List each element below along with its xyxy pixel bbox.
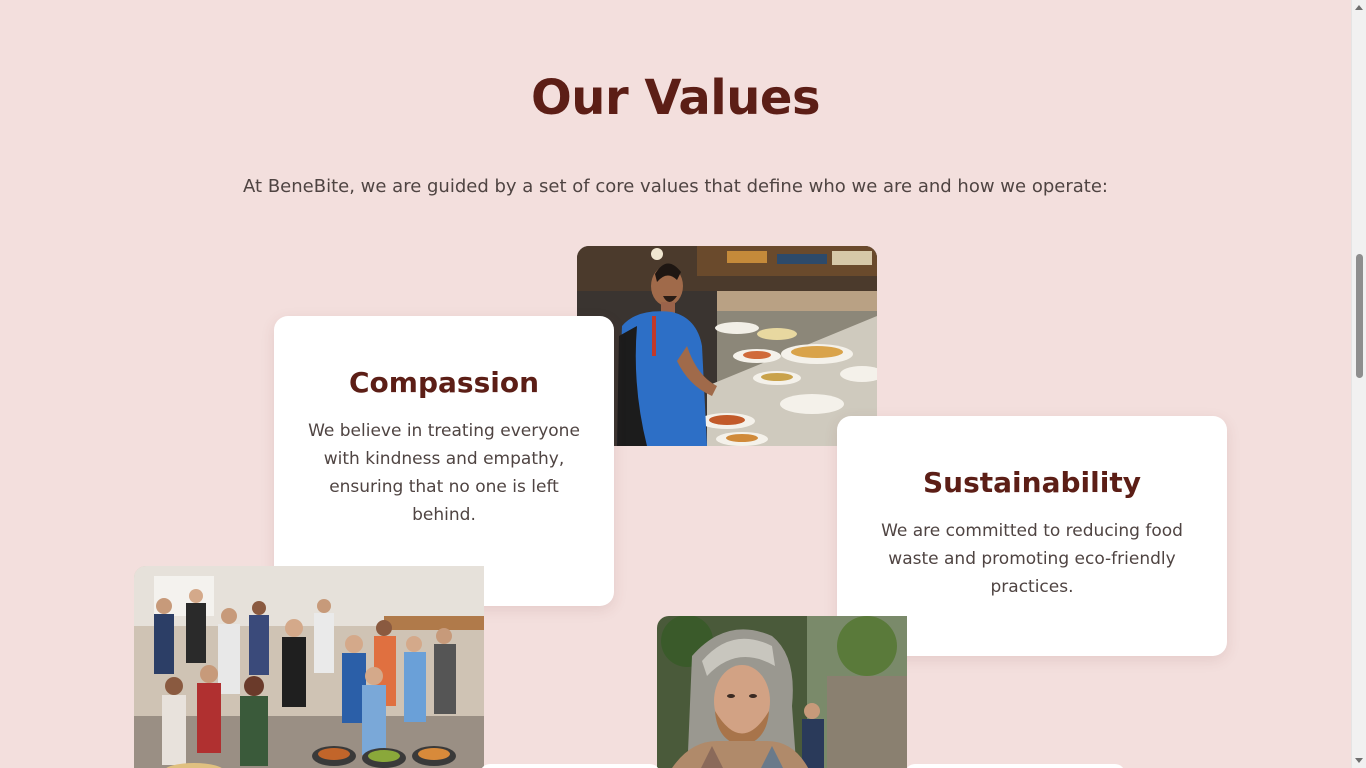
hooded-man-image bbox=[657, 616, 907, 768]
next-card-edge bbox=[480, 764, 660, 768]
page-scrollbar[interactable] bbox=[1351, 0, 1366, 768]
crowd-photo bbox=[134, 566, 484, 768]
section-title: Our Values bbox=[530, 70, 821, 126]
value-title: Compassion bbox=[349, 366, 539, 399]
value-title: Sustainability bbox=[923, 466, 1141, 499]
buffet-image bbox=[577, 246, 877, 446]
value-description: We are committed to reducing food waste … bbox=[881, 521, 1183, 597]
next-card-edge bbox=[905, 764, 1125, 768]
section-intro: At BeneBite, we are guided by a set of c… bbox=[243, 176, 1108, 197]
hooded-man-photo bbox=[657, 616, 907, 768]
scrollbar-thumb[interactable] bbox=[1356, 254, 1363, 378]
value-description: We believe in treating everyone with kin… bbox=[308, 421, 580, 525]
buffet-photo bbox=[577, 246, 877, 446]
value-card-compassion: Compassion We believe in treating everyo… bbox=[274, 316, 614, 606]
scroll-up-arrow-icon[interactable] bbox=[1355, 5, 1363, 10]
scroll-down-arrow-icon[interactable] bbox=[1355, 758, 1363, 763]
values-section: Our Values At BeneBite, we are guided by… bbox=[0, 0, 1351, 768]
crowd-image bbox=[134, 566, 484, 768]
